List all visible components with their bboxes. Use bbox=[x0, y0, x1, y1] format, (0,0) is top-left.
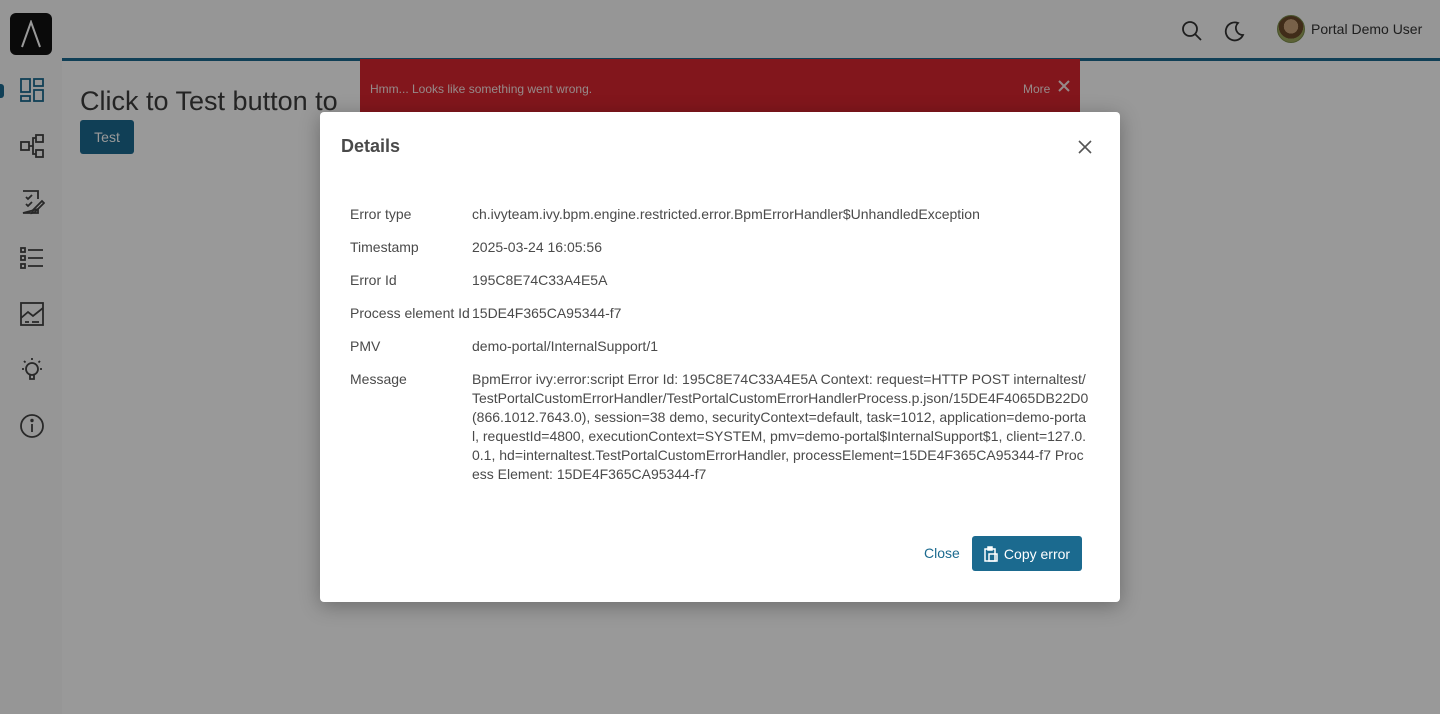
detail-row-pmv: PMV demo-portal/InternalSupport/1 bbox=[350, 337, 1090, 356]
detail-value: 2025-03-24 16:05:56 bbox=[472, 239, 602, 255]
detail-row-error-type: Error type ch.ivyteam.ivy.bpm.engine.res… bbox=[350, 205, 1090, 224]
detail-label: Process element Id bbox=[350, 305, 470, 321]
close-icon[interactable] bbox=[1076, 138, 1094, 156]
detail-label: Error type bbox=[350, 206, 412, 222]
detail-value: 195C8E74C33A4E5A bbox=[472, 272, 608, 288]
detail-row-error-id: Error Id 195C8E74C33A4E5A bbox=[350, 271, 1090, 290]
copy-error-label: Copy error bbox=[1003, 545, 1071, 562]
detail-value: 15DE4F365CA95344-f7 bbox=[472, 305, 622, 321]
dialog-title: Details bbox=[341, 136, 401, 156]
detail-value: demo-portal/InternalSupport/1 bbox=[472, 338, 658, 354]
detail-row-timestamp: Timestamp 2025-03-24 16:05:56 bbox=[350, 238, 1090, 257]
close-button[interactable]: Close bbox=[924, 545, 960, 561]
detail-row-message: Message BpmError ivy:error:script Error … bbox=[350, 370, 1090, 484]
clipboard-icon bbox=[984, 545, 998, 562]
detail-value: BpmError ivy:error:script Error Id: 195C… bbox=[472, 371, 1089, 482]
detail-value: ch.ivyteam.ivy.bpm.engine.restricted.err… bbox=[472, 206, 980, 222]
detail-row-process-element-id: Process element Id 15DE4F365CA95344-f7 bbox=[350, 304, 1090, 323]
detail-label: PMV bbox=[350, 338, 381, 354]
detail-label: Error Id bbox=[350, 272, 397, 288]
error-details-dialog: Details Error type ch.ivyteam.ivy.bpm.en… bbox=[320, 112, 1120, 602]
detail-label: Timestamp bbox=[350, 239, 419, 255]
detail-label: Message bbox=[350, 371, 407, 387]
copy-error-button[interactable]: Copy error bbox=[972, 536, 1082, 571]
